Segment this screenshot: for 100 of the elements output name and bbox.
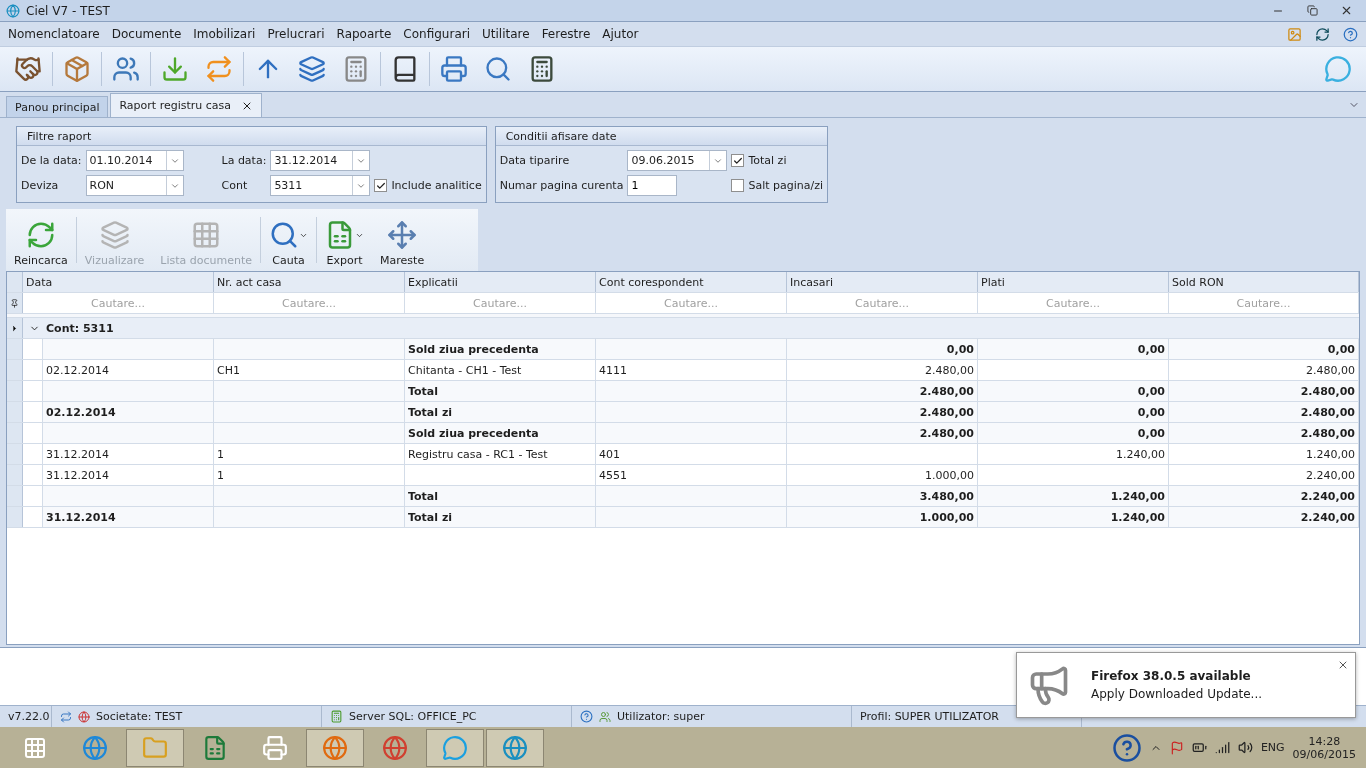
pin-icon xyxy=(10,298,19,308)
layers-icon xyxy=(99,220,130,250)
field-label: Numar pagina curenta xyxy=(499,179,624,192)
window-title: Ciel V7 - TEST xyxy=(26,3,111,18)
help-icon xyxy=(580,710,593,723)
globe-icon xyxy=(78,710,90,723)
printer-icon xyxy=(440,55,468,83)
language-indicator[interactable]: ENG xyxy=(1260,741,1285,754)
column-header[interactable]: Plati xyxy=(978,272,1169,292)
battery-icon[interactable] xyxy=(1191,740,1207,755)
chat-icon xyxy=(442,734,468,761)
checkbox[interactable]: Salt pagina/zi xyxy=(731,179,824,192)
refresh-icon xyxy=(1314,26,1330,42)
handshake-icon xyxy=(14,55,42,83)
table-cell: 0,00 xyxy=(978,339,1169,359)
menu-item[interactable]: Documente xyxy=(105,23,188,45)
table-cell: 0,00 xyxy=(978,402,1169,422)
field-label: Cont xyxy=(221,179,249,192)
column-header[interactable]: Incasari xyxy=(787,272,978,292)
checkbox[interactable]: Total zi xyxy=(731,154,824,167)
table-cell: 1.240,00 xyxy=(1169,444,1359,464)
taskbar-app[interactable] xyxy=(486,728,544,767)
user-text: Utilizator: super xyxy=(617,710,705,723)
taskbar-app[interactable] xyxy=(306,728,364,767)
action-button[interactable]: Mareste xyxy=(372,211,433,269)
menu-item[interactable]: Rapoarte xyxy=(330,23,398,45)
menu-item[interactable]: Utilitare xyxy=(476,23,536,45)
menu-item[interactable]: Nomenclatoare xyxy=(2,23,106,45)
box-icon xyxy=(63,55,91,83)
table-cell: 0,00 xyxy=(978,423,1169,443)
server-text: Server SQL: OFFICE_PC xyxy=(349,710,477,723)
table-cell: Chitanta - CH1 - Test xyxy=(405,360,596,380)
table-cell: 2.480,00 xyxy=(1169,360,1359,380)
table-cell: 3.480,00 xyxy=(787,486,978,506)
notification-title: Firefox 38.0.5 available xyxy=(1091,669,1252,683)
layers-icon xyxy=(298,55,326,83)
menu-item[interactable]: Imobilizari xyxy=(187,23,262,45)
globe-icon xyxy=(502,734,528,761)
menu-item[interactable]: Configurari xyxy=(397,23,476,45)
people-icon xyxy=(112,55,140,83)
taskbar-app[interactable] xyxy=(126,728,184,767)
field-label: Data tiparire xyxy=(499,154,571,167)
panel-title: Conditii afisare date xyxy=(495,127,828,146)
notification-message[interactable]: Apply Downloaded Update... xyxy=(1091,687,1263,701)
combo-box[interactable]: RON xyxy=(85,175,184,196)
column-header[interactable]: Explicatii xyxy=(405,272,596,292)
tab[interactable]: Panou principal xyxy=(6,96,109,117)
clock[interactable]: 14:28 09/06/2015 xyxy=(1292,734,1356,761)
folder-icon xyxy=(142,734,168,761)
signal-icon[interactable] xyxy=(1214,740,1230,755)
table-cell: 2.240,00 xyxy=(1169,507,1359,527)
combo-box[interactable]: 09.06.2015 xyxy=(627,150,728,171)
taskbar-app[interactable] xyxy=(426,728,484,767)
column-header[interactable]: Data xyxy=(23,272,214,292)
combo-box[interactable]: 31.12.2014 xyxy=(270,150,371,171)
table-cell: 2.480,00 xyxy=(787,423,978,443)
spreadsheet-icon xyxy=(202,734,228,761)
combo-box[interactable]: 01.10.2014 xyxy=(85,150,184,171)
action-button[interactable]: Export xyxy=(317,211,373,269)
flag-icon[interactable] xyxy=(1169,740,1184,755)
chat-icon xyxy=(1324,55,1352,83)
combo-box[interactable]: 5311 xyxy=(270,175,371,196)
table-cell: 2.240,00 xyxy=(1169,465,1359,485)
table-cell: 401 xyxy=(596,444,787,464)
close-button[interactable] xyxy=(1337,659,1349,671)
table-cell: 2.480,00 xyxy=(787,360,978,380)
group-row[interactable]: Cont: 5311 xyxy=(23,318,114,338)
table-cell: 02.12.2014 xyxy=(43,402,214,422)
table-cell: CH1 xyxy=(214,360,405,380)
table-cell: Total xyxy=(405,381,596,401)
table-cell: 1.000,00 xyxy=(787,465,978,485)
table-cell: 31.12.2014 xyxy=(43,444,214,464)
table-cell: Sold ziua precedenta xyxy=(405,423,596,443)
menu-item[interactable]: Prelucrari xyxy=(261,23,331,45)
image-icon xyxy=(1286,26,1302,42)
table-cell: 1.240,00 xyxy=(978,486,1169,506)
table-cell: Sold ziua precedenta xyxy=(405,339,596,359)
column-header[interactable]: Sold RON xyxy=(1169,272,1359,292)
help-icon[interactable] xyxy=(1111,732,1142,763)
menu-item[interactable]: Ajutor xyxy=(596,23,645,45)
restore-icon xyxy=(1306,5,1318,16)
search-icon xyxy=(484,55,512,83)
table-cell: 2.240,00 xyxy=(1169,486,1359,506)
help-icon xyxy=(1342,26,1358,42)
table-cell: 1.000,00 xyxy=(787,507,978,527)
checkbox[interactable]: Include analitice xyxy=(374,179,482,192)
column-header[interactable]: Cont corespondent xyxy=(596,272,787,292)
input-field[interactable]: 1 xyxy=(627,175,678,196)
table-cell: 2.480,00 xyxy=(787,381,978,401)
menu-item[interactable]: Ferestre xyxy=(535,23,597,45)
volume-icon[interactable] xyxy=(1237,740,1253,755)
close-icon xyxy=(1337,659,1349,671)
action-button[interactable]: Cauta xyxy=(261,211,317,269)
sync-icon xyxy=(60,710,72,723)
action-button[interactable]: Reincarca xyxy=(6,211,76,269)
column-header[interactable]: Nr. act casa xyxy=(214,272,405,292)
app-logo-icon xyxy=(6,3,20,18)
tab[interactable]: Raport registru casa xyxy=(110,93,263,117)
table-cell: 1.240,00 xyxy=(978,507,1169,527)
table-cell: 2.480,00 xyxy=(1169,423,1359,443)
